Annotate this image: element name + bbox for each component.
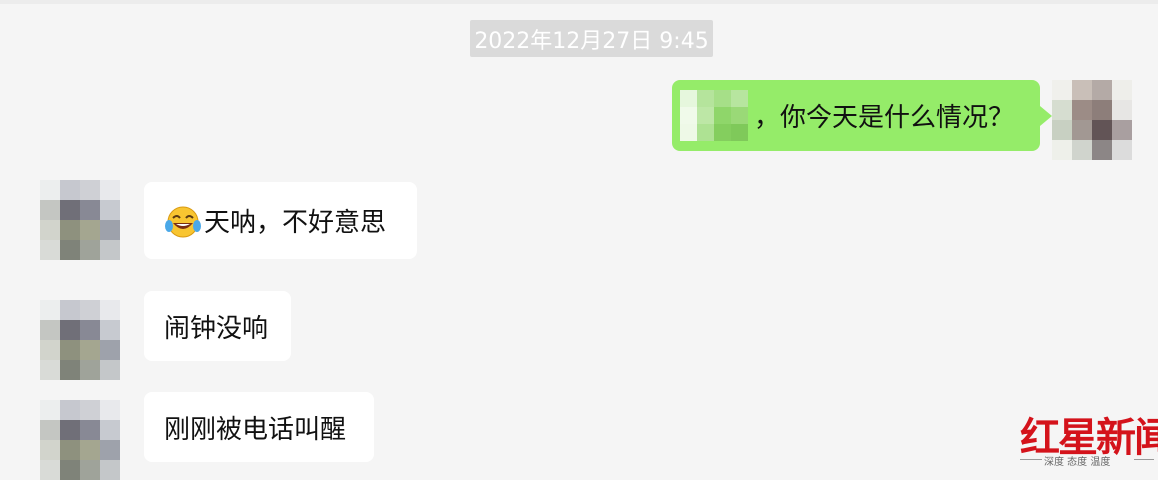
watermark-slogan: 深度 态度 温度: [1044, 457, 1111, 468]
top-divider: [0, 0, 1158, 4]
incoming-message-bubble[interactable]: 闹钟没响: [144, 291, 291, 361]
incoming-message-bubble[interactable]: 刚刚被电话叫醒: [144, 392, 374, 462]
incoming-message-text: 天呐，不好意思: [204, 208, 387, 238]
watermark-divider-right: [1134, 459, 1154, 460]
outgoing-message-text: ，你今天是什么情况？: [754, 103, 1015, 133]
watermark-divider-left: [1020, 459, 1042, 460]
incoming-message-bubble[interactable]: 天呐，不好意思: [144, 182, 417, 259]
contact-avatar[interactable]: [40, 400, 120, 480]
message-timestamp: 2022年12月27日 9:45: [470, 20, 713, 57]
red-star-news-watermark: 红星新闻 深度 态度 温度: [1020, 405, 1158, 470]
incoming-message-text: 刚刚被电话叫醒: [164, 414, 347, 445]
incoming-message-text: 闹钟没响: [164, 313, 269, 344]
my-avatar[interactable]: [1052, 80, 1132, 160]
contact-avatar[interactable]: [40, 300, 120, 380]
contact-avatar[interactable]: [40, 180, 120, 260]
redacted-name-mosaic: [680, 90, 748, 141]
outgoing-message-bubble[interactable]: ，你今天是什么情况？: [672, 80, 1052, 151]
laughing-with-tears-emoji-icon: [165, 206, 201, 237]
